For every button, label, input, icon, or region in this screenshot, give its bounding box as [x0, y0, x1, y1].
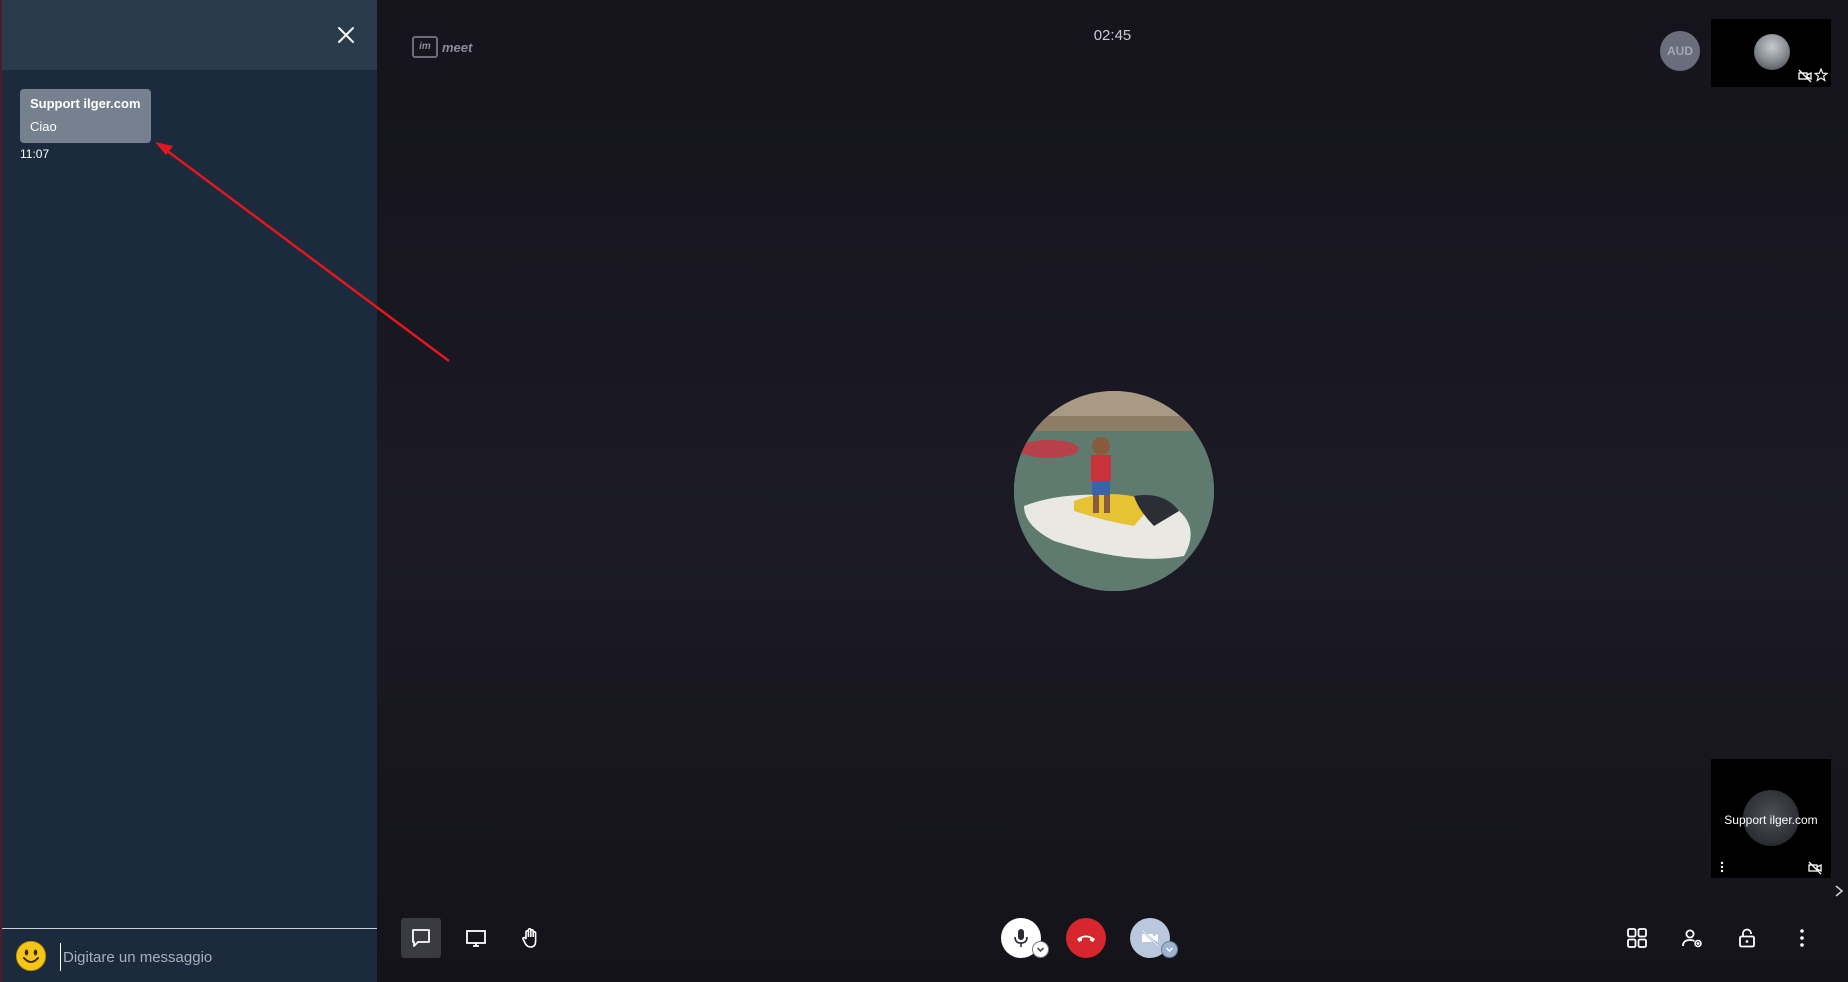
more-actions-button[interactable]	[1782, 918, 1822, 958]
camera-off-icon	[1141, 929, 1159, 947]
chat-toggle-button[interactable]	[401, 918, 441, 958]
tile-view-icon	[1627, 928, 1647, 948]
call-timer: 02:45	[1093, 27, 1132, 44]
audio-participant-avatar[interactable]: AUD	[1660, 31, 1700, 71]
remote-participant-name: Support ilger.com	[1724, 813, 1818, 827]
camera-options-button[interactable]	[1161, 941, 1178, 958]
chat-message-input[interactable]	[60, 943, 365, 971]
tile-view-button[interactable]	[1617, 918, 1657, 958]
star-icon	[1814, 68, 1828, 82]
chat-icon	[412, 929, 430, 947]
more-vertical-icon[interactable]	[1715, 860, 1729, 874]
local-video-thumbnail[interactable]	[1711, 19, 1831, 87]
chat-input-bar	[2, 928, 377, 982]
chevron-down-icon	[1037, 947, 1044, 952]
message-sender: Support ilger.com	[30, 96, 141, 111]
more-vertical-icon	[1800, 929, 1804, 947]
local-avatar	[1754, 34, 1790, 70]
main-participant-avatar	[1014, 391, 1214, 591]
smiley-icon	[17, 942, 45, 970]
remote-participant-thumbnail[interactable]: Support ilger.com	[1711, 759, 1831, 878]
raise-hand-button[interactable]	[511, 918, 551, 958]
meeting-app: Support ilger.com Ciao 11:07 im meet 02:…	[0, 0, 1848, 982]
chat-message: Support ilger.com Ciao	[20, 89, 151, 143]
chat-header	[2, 0, 377, 70]
video-stage: im meet 02:45 AUD Support ilger.com	[377, 0, 1848, 982]
message-timestamp: 11:07	[20, 147, 50, 161]
invite-participants-button[interactable]	[1672, 918, 1712, 958]
screen-share-button[interactable]	[456, 918, 496, 958]
participants-icon	[1682, 929, 1702, 948]
chat-close-button[interactable]	[333, 22, 359, 48]
microphone-options-button[interactable]	[1032, 941, 1049, 958]
message-text: Ciao	[30, 119, 57, 134]
desktop-icon	[466, 930, 486, 947]
microphone-icon	[1014, 929, 1028, 947]
chat-panel: Support ilger.com Ciao 11:07	[0, 0, 377, 982]
video-off-icon	[1808, 861, 1822, 875]
hangup-icon	[1077, 935, 1095, 942]
video-off-icon	[1798, 69, 1812, 83]
hangup-button[interactable]	[1066, 918, 1106, 958]
lock-icon	[1739, 928, 1755, 948]
emoji-button[interactable]	[16, 941, 46, 971]
chevron-down-icon	[1166, 947, 1173, 952]
chevron-right-icon[interactable]	[1832, 884, 1846, 898]
hand-icon	[522, 928, 537, 948]
participant-photo	[1014, 391, 1214, 591]
security-button[interactable]	[1727, 918, 1767, 958]
close-icon	[338, 27, 354, 43]
